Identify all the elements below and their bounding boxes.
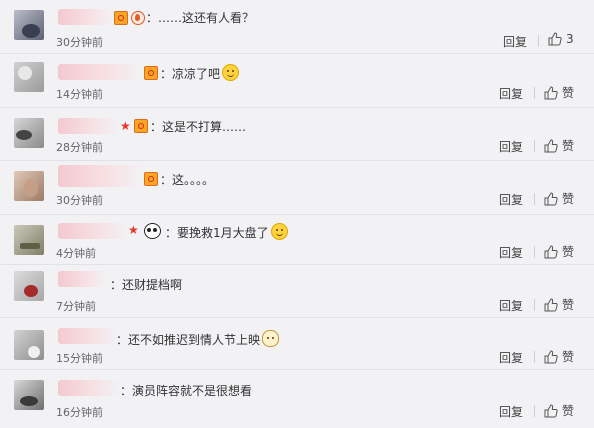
user-badges: ★ [128, 224, 139, 236]
reply-button[interactable]: 回复 [499, 138, 523, 155]
comment-item: ：这。。。。 30分钟前 回复 赞 [0, 161, 594, 215]
reply-button[interactable]: 回复 [499, 297, 523, 314]
comment-time: 28分钟前 [56, 141, 103, 154]
comment-item: ★ ：这是不打算…… 28分钟前 回复 赞 [0, 108, 594, 161]
like-label: 赞 [562, 350, 575, 364]
avatar[interactable] [14, 62, 44, 92]
comment-text: ：还财提档啊 [110, 278, 183, 292]
comment-time: 15分钟前 [56, 352, 103, 365]
like-button[interactable]: 赞 [544, 137, 574, 154]
avatar[interactable] [14, 330, 44, 360]
vip-badge-icon [114, 11, 128, 25]
comment-item: ：还不如推迟到情人节上映 15分钟前 回复 赞 [0, 318, 594, 370]
avatar[interactable] [14, 118, 44, 148]
comment-text: ：凉凉了吧 [160, 64, 240, 82]
username[interactable] [58, 223, 130, 239]
vip-badge-icon [144, 172, 158, 186]
username[interactable] [58, 380, 120, 396]
vip-badge-icon [133, 119, 148, 133]
username[interactable] [58, 64, 144, 80]
like-count: 3 [566, 32, 574, 46]
divider [534, 299, 535, 311]
star-badge-icon: ★ [128, 223, 139, 237]
comment-time: 30分钟前 [56, 36, 103, 49]
comment-time: 7分钟前 [56, 300, 96, 313]
thumbs-up-icon [544, 297, 558, 312]
grin-emoji-icon [222, 64, 240, 81]
comment-time: 14分钟前 [56, 88, 103, 101]
comment-time: 4分钟前 [56, 247, 96, 260]
star-badge-icon: ★ [120, 119, 131, 133]
divider [534, 140, 535, 152]
like-label: 赞 [562, 192, 575, 206]
reply-button[interactable]: 回复 [499, 191, 523, 208]
username[interactable] [58, 328, 118, 344]
divider [534, 351, 535, 363]
comment-text: ：……这还有人看？ [146, 11, 255, 25]
comment-text: ：要挽救1月大盘了 [144, 223, 288, 241]
reply-button[interactable]: 回复 [499, 349, 523, 366]
comment-text: ：演员阵容就不是很想看 [120, 384, 253, 398]
avatar[interactable] [14, 171, 44, 201]
divider [534, 193, 535, 205]
panda-emoji-icon [144, 223, 161, 239]
fire-badge-icon [131, 11, 145, 25]
thumbs-up-icon [544, 349, 558, 364]
thumbs-up-icon [544, 191, 558, 206]
avatar[interactable] [14, 225, 44, 255]
comment-item: ★ ：要挽救1月大盘了 4分钟前 回复 赞 [0, 215, 594, 265]
avatar[interactable] [14, 271, 44, 301]
username[interactable] [58, 118, 120, 134]
reply-button[interactable]: 回复 [503, 33, 527, 50]
reply-button[interactable]: 回复 [499, 403, 523, 420]
like-button[interactable]: 赞 [544, 243, 574, 260]
like-label: 赞 [562, 404, 575, 418]
like-button[interactable]: 3 [548, 32, 574, 46]
thumbs-up-icon [544, 244, 558, 259]
comment-time: 30分钟前 [56, 194, 103, 207]
like-button[interactable]: 赞 [544, 84, 574, 101]
username[interactable] [58, 9, 114, 25]
thumbs-up-icon [544, 85, 558, 100]
username[interactable] [58, 271, 108, 287]
like-button[interactable]: 赞 [544, 190, 574, 207]
comment-list: ：……这还有人看？ 30分钟前 回复 3 ：凉凉了吧 14分钟前 回复 赞 ★ … [0, 0, 594, 428]
divider [534, 405, 535, 417]
avatar[interactable] [14, 10, 44, 40]
comment-text: ：这。。。。 [160, 173, 215, 187]
comment-item: ：凉凉了吧 14分钟前 回复 赞 [0, 54, 594, 108]
cat-emoji-icon [262, 330, 280, 347]
comment-item: ：演员阵容就不是很想看 16分钟前 回复 赞 [0, 370, 594, 428]
like-label: 赞 [562, 245, 575, 259]
thumbs-up-icon [548, 32, 562, 46]
thumbs-up-icon [544, 138, 558, 153]
avatar[interactable] [14, 380, 44, 410]
comment-item: ：还财提档啊 7分钟前 回复 赞 [0, 265, 594, 318]
like-label: 赞 [562, 86, 575, 100]
smile-emoji-icon [270, 223, 288, 240]
reply-button[interactable]: 回复 [499, 244, 523, 261]
comment-text: ：这是不打算…… [150, 120, 247, 134]
comment-time: 16分钟前 [56, 406, 103, 419]
user-badges [144, 172, 158, 186]
divider [538, 35, 539, 47]
user-badges [144, 66, 158, 80]
like-button[interactable]: 赞 [544, 296, 574, 313]
user-badges: ★ [120, 119, 148, 133]
comment-item: ：……这还有人看？ 30分钟前 回复 3 [0, 0, 594, 54]
thumbs-up-icon [544, 403, 558, 418]
like-label: 赞 [562, 298, 575, 312]
divider [534, 87, 535, 99]
reply-button[interactable]: 回复 [499, 85, 523, 102]
vip-badge-icon [144, 66, 158, 80]
comment-text: ：还不如推迟到情人节上映 [116, 330, 280, 348]
like-button[interactable]: 赞 [544, 348, 574, 365]
like-button[interactable]: 赞 [544, 402, 574, 419]
user-badges [114, 11, 145, 25]
divider [534, 246, 535, 258]
like-label: 赞 [562, 139, 575, 153]
username[interactable] [58, 165, 144, 187]
